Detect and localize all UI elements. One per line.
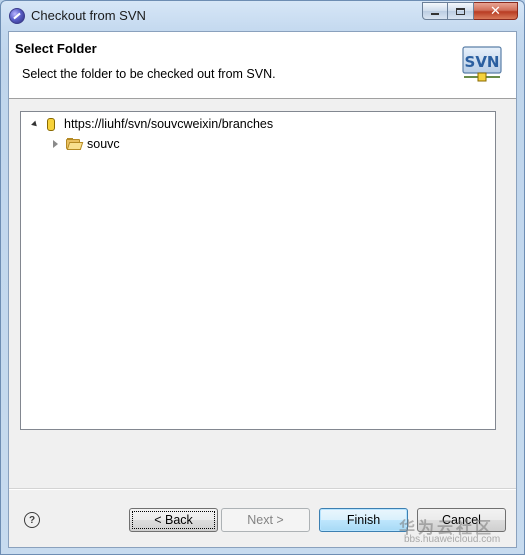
help-icon[interactable]: ? (24, 512, 40, 528)
close-icon: ✕ (490, 3, 501, 18)
minimize-button[interactable] (422, 2, 448, 20)
wizard-banner: Select Folder Select the folder to be ch… (9, 32, 516, 99)
caption-buttons: ✕ (422, 2, 518, 20)
window-title: Checkout from SVN (31, 8, 146, 23)
svn-logo-text: SVN (465, 53, 500, 71)
dialog-client-area: Select Folder Select the folder to be ch… (8, 31, 517, 548)
checkout-dialog-window: Checkout from SVN ✕ Select Folder Select… (0, 0, 525, 555)
repository-icon (47, 117, 55, 131)
help-glyph: ? (28, 514, 36, 526)
expand-arrow-icon[interactable] (50, 139, 60, 149)
tree-item-label: souvc (87, 137, 120, 151)
maximize-button[interactable] (448, 2, 474, 20)
eclipse-app-icon (9, 8, 25, 24)
finish-button[interactable]: Finish (319, 508, 408, 532)
collapse-arrow-icon[interactable] (30, 119, 40, 129)
back-button-label: < Back (154, 513, 193, 527)
back-button[interactable]: < Back (129, 508, 218, 532)
footer-divider (9, 488, 516, 490)
page-title: Select Folder (15, 41, 97, 56)
tree-item-root[interactable]: https://liuhf/svn/souvcweixin/branches (30, 115, 273, 133)
next-button-label: Next > (247, 513, 284, 527)
page-description: Select the folder to be checked out from… (22, 67, 276, 81)
watermark-url: bbs.huaweicloud.com (404, 534, 501, 545)
next-button[interactable]: Next > (221, 508, 310, 532)
folder-tree[interactable]: https://liuhf/svn/souvcweixin/branches s… (20, 111, 496, 430)
svn-logo-icon: SVN (462, 46, 502, 82)
tree-item-souvc[interactable]: souvc (50, 135, 120, 153)
close-button[interactable]: ✕ (474, 2, 518, 20)
maximize-icon (456, 7, 465, 15)
title-bar[interactable]: Checkout from SVN ✕ (1, 1, 524, 31)
minimize-icon (431, 13, 439, 15)
tree-item-label: https://liuhf/svn/souvcweixin/branches (64, 117, 274, 131)
folder-icon (66, 138, 84, 150)
finish-button-label: Finish (346, 513, 381, 527)
